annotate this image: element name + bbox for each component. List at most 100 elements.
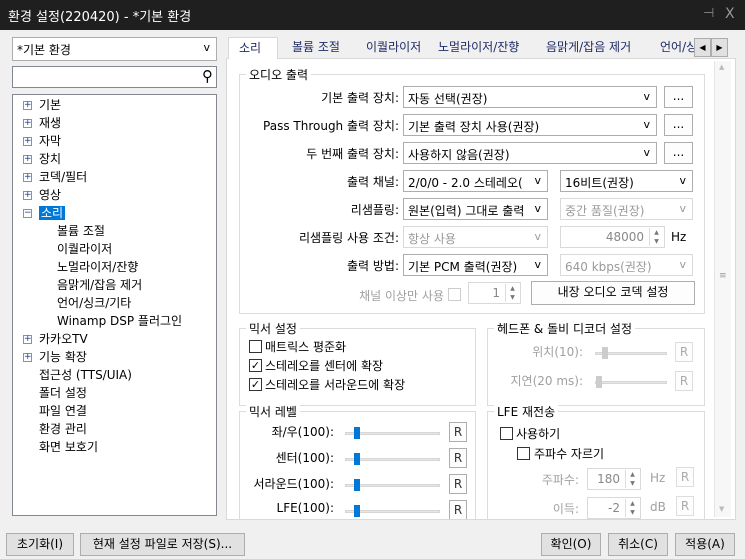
mixer-level-slider[interactable] (345, 479, 440, 491)
ok-button[interactable]: 확인(O) (541, 533, 601, 556)
headphone-group: 헤드폰 & 돌비 디코더 설정 (487, 320, 705, 406)
settings-tree[interactable]: 기본 + 재생 + 자막 + 장치 + 코덱/필터 + 영상 + 소리 − 볼륨 조절이퀄라이저노멀라이저/… (12, 94, 217, 516)
channel-min-checkbox[interactable] (448, 288, 461, 301)
reset-all-button[interactable]: 초기화(I) (6, 533, 74, 556)
pin-icon[interactable]: ⊣ (703, 6, 714, 21)
expand-icon[interactable]: + (23, 101, 32, 110)
tree-item[interactable]: 환경 관리 (39, 421, 87, 438)
collapse-icon[interactable]: − (23, 209, 32, 218)
tree-item[interactable]: 기능 확장 (39, 349, 87, 366)
tree-item-label: 자막 (39, 134, 62, 148)
expand-icon[interactable]: + (23, 191, 32, 200)
tree-item[interactable]: 장치 (39, 151, 61, 168)
mixer-level-reset-button[interactable]: R (449, 422, 467, 442)
mixer-level-slider[interactable] (345, 453, 440, 465)
profile-combo[interactable]: *기본 환경 v (12, 37, 217, 61)
expand-icon[interactable]: + (23, 353, 32, 362)
tree-item[interactable]: 음맑게/잡음 제거 (57, 277, 142, 294)
lfe-cutoff-checkbox[interactable] (517, 447, 530, 460)
lfe-gain-reset-button: R (676, 496, 694, 516)
slider-thumb[interactable] (354, 453, 360, 465)
tab-4[interactable]: 음맑게/잡음 제거 (536, 37, 648, 58)
mixer-option-label[interactable]: 스테레오를 센터에 확장 (265, 357, 383, 374)
tree-item[interactable]: 코덱/필터 (39, 169, 87, 186)
tab-panel-sound: ▲ ≡ ▼ 오디오 출력 기본 출력 장치: 자동 선택(권장) v... Pass T… (226, 58, 736, 520)
tab-5[interactable]: 언어/싱크 (650, 37, 694, 58)
cancel-button[interactable]: 취소(C) (608, 533, 668, 556)
lfe-cutoff-label[interactable]: 주파수 자르기 (534, 445, 604, 462)
apply-button[interactable]: 적용(A) (675, 533, 735, 556)
tree-item[interactable]: 볼륨 조절 (57, 223, 105, 240)
mixer-level-reset-button[interactable]: R (449, 500, 467, 519)
mixer-option-label[interactable]: 매트릭스 평준화 (265, 338, 346, 355)
mixer-option-checkbox[interactable]: ✓ (249, 378, 262, 391)
tree-item-label: 환경 관리 (39, 422, 87, 436)
tree-item[interactable]: 접근성 (TTS/UIA) (39, 367, 132, 384)
expand-icon[interactable]: + (23, 119, 32, 128)
tab-0[interactable]: 소리 (228, 37, 278, 59)
slider-thumb[interactable] (354, 427, 360, 439)
scroll-down-icon[interactable]: ▼ (719, 505, 724, 513)
second-device-combo[interactable]: 사용하지 않음(권장) v (403, 142, 657, 164)
main-device-more-button[interactable]: ... (664, 86, 693, 108)
expand-icon[interactable]: + (23, 335, 32, 344)
tree-item[interactable]: Winamp DSP 플러그인 (57, 313, 182, 330)
save-settings-file-button[interactable]: 현재 설정 파일로 저장(S)... (80, 533, 245, 556)
tree-item[interactable]: 노멀라이저/잔향 (57, 259, 138, 276)
lfe-enable-label[interactable]: 사용하기 (516, 425, 560, 442)
mixer-level-slider[interactable] (345, 505, 440, 517)
output-method-combo[interactable]: 기본 PCM 출력(권장) v (403, 254, 548, 276)
slider-thumb[interactable] (354, 505, 360, 517)
scroll-grip-icon[interactable]: ≡ (719, 271, 727, 281)
main-device-combo[interactable]: 자동 선택(권장) v (403, 86, 657, 108)
tree-item[interactable]: 카카오TV (39, 331, 88, 348)
tree-item[interactable]: 영상 (39, 187, 61, 204)
bit-depth-combo[interactable]: 16비트(권장) v (560, 170, 693, 192)
passthrough-combo[interactable]: 기본 출력 장치 사용(권장) v (403, 114, 657, 136)
tree-item-label: 접근성 (TTS/UIA) (39, 368, 132, 382)
tab-2[interactable]: 이퀄라이저 (356, 37, 426, 58)
tree-item[interactable]: 이퀄라이저 (57, 241, 112, 258)
tab-scroll-right[interactable]: ▶ (711, 38, 728, 57)
passthrough-more-button[interactable]: ... (664, 114, 693, 136)
tree-item[interactable]: 폴더 설정 (39, 385, 87, 402)
mixer-option-checkbox[interactable] (249, 340, 262, 353)
search-input[interactable]: ⚲ (12, 66, 217, 88)
slider-thumb[interactable] (354, 479, 360, 491)
tree-item-label: 언어/싱크/기타 (57, 296, 132, 310)
expand-icon[interactable]: + (23, 137, 32, 146)
tree-item[interactable]: 자막 (39, 133, 61, 150)
expand-icon[interactable]: + (23, 155, 32, 164)
builtin-audio-codec-button[interactable]: 내장 오디오 코덱 설정 (531, 281, 695, 305)
headphone-reset-button: R (675, 371, 693, 391)
tree-item[interactable]: 기본 (39, 97, 61, 114)
tree-item-label: 폴더 설정 (39, 386, 87, 400)
tab-1[interactable]: 볼륨 조절 (282, 37, 354, 58)
tree-item[interactable]: 소리 (39, 205, 66, 222)
tab-scroll-left[interactable]: ◀ (694, 38, 711, 57)
resampling-combo[interactable]: 원본(입력) 그대로 출력 v (403, 198, 548, 220)
tree-item[interactable]: 언어/싱크/기타 (57, 295, 131, 312)
scroll-up-icon[interactable]: ▲ (719, 63, 724, 71)
search-icon[interactable]: ⚲ (202, 67, 213, 85)
tree-item-label: 볼륨 조절 (57, 224, 105, 238)
tree-item-label: 노멀라이저/잔향 (57, 260, 139, 274)
mixer-level-reset-button[interactable]: R (449, 448, 467, 468)
lfe-enable-checkbox[interactable] (500, 427, 513, 440)
mixer-level-label: LFE(100): (276, 501, 334, 515)
tree-item[interactable]: 재생 (39, 115, 61, 132)
mixer-option-checkbox[interactable]: ✓ (249, 359, 262, 372)
close-icon[interactable]: X (725, 6, 735, 22)
vertical-scrollbar[interactable]: ▲ ≡ ▼ (714, 61, 731, 517)
tab-3[interactable]: 노멀라이저/잔향 (428, 37, 534, 58)
tree-item[interactable]: 파일 연결 (39, 403, 87, 420)
mixer-option-label[interactable]: 스테레오를 서라운드에 확장 (265, 376, 405, 393)
second-device-more-button[interactable]: ... (664, 142, 693, 164)
lfe-freq-reset-button: R (676, 467, 694, 487)
tree-item[interactable]: 화면 보호기 (39, 439, 98, 456)
channel-min-label: 채널 이상만 사용 (359, 289, 444, 303)
expand-icon[interactable]: + (23, 173, 32, 182)
output-channel-combo[interactable]: 2/0/0 - 2.0 스테레오(v (403, 170, 548, 192)
mixer-level-reset-button[interactable]: R (449, 474, 467, 494)
mixer-level-slider[interactable] (345, 427, 440, 439)
